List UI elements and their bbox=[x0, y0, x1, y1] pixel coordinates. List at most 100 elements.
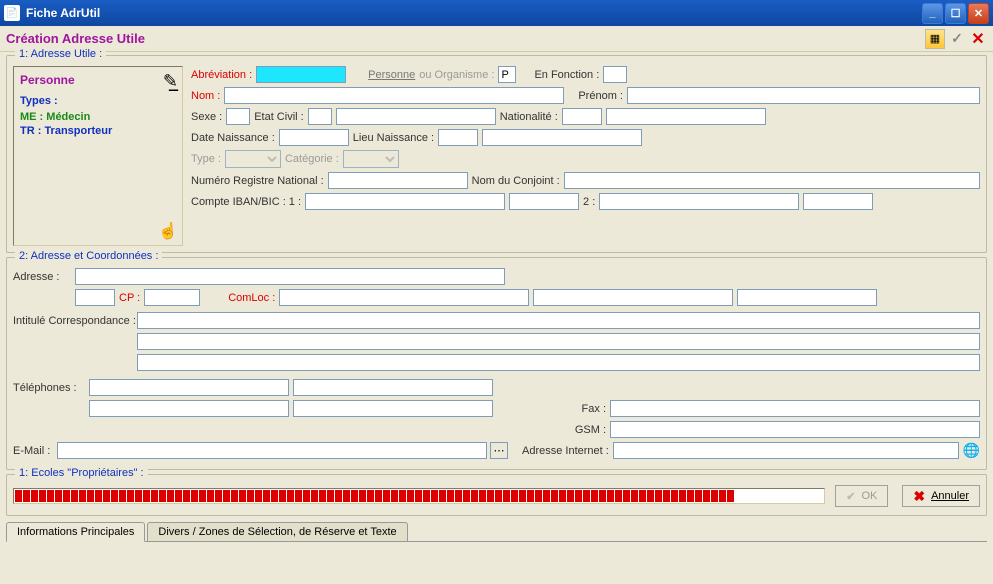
email-lookup-button[interactable]: ⋯ bbox=[490, 442, 508, 459]
label-abreviation: Abréviation : bbox=[191, 69, 252, 81]
minimize-button[interactable]: _ bbox=[922, 3, 943, 24]
label-comloc: ComLoc : bbox=[228, 292, 275, 304]
input-lieu-naissance-code[interactable] bbox=[438, 129, 478, 146]
input-intitule-2[interactable] bbox=[137, 333, 980, 350]
group-title-3: 1: Ecoles "Propriétaires" : bbox=[15, 467, 148, 479]
input-etat-civil-code[interactable] bbox=[308, 108, 332, 125]
input-nom[interactable] bbox=[224, 87, 564, 104]
input-cp-prefix[interactable] bbox=[75, 289, 115, 306]
type-transporteur: TR : Transporteur bbox=[20, 125, 176, 137]
input-intitule-3[interactable] bbox=[137, 354, 980, 371]
input-tel-4[interactable] bbox=[293, 400, 493, 417]
label-fax: Fax : bbox=[582, 403, 606, 415]
label-date-naissance: Date Naissance : bbox=[191, 132, 275, 144]
input-compte1-bic[interactable] bbox=[509, 193, 579, 210]
input-compte1-iban[interactable] bbox=[305, 193, 505, 210]
input-tel-1[interactable] bbox=[89, 379, 289, 396]
toolbar: Création Adresse Utile ▦ ✓ ✕ bbox=[0, 26, 993, 52]
label-type: Type : bbox=[191, 153, 221, 165]
label-email: E-Mail : bbox=[13, 445, 53, 457]
types-label: Types : bbox=[20, 95, 176, 107]
close-button[interactable]: ✕ bbox=[968, 3, 989, 24]
input-tel-2[interactable] bbox=[293, 379, 493, 396]
group-title-2: 2: Adresse et Coordonnées : bbox=[15, 250, 162, 262]
group-title-1: 1: Adresse Utile : bbox=[15, 48, 106, 60]
input-comloc-2[interactable] bbox=[533, 289, 733, 306]
input-nrn[interactable] bbox=[328, 172, 468, 189]
maximize-button[interactable]: ☐ bbox=[945, 3, 966, 24]
input-tel-3[interactable] bbox=[89, 400, 289, 417]
tabs: Informations Principales Divers / Zones … bbox=[6, 520, 987, 542]
input-compte2-bic[interactable] bbox=[803, 193, 873, 210]
label-lieu-naissance: Lieu Naissance : bbox=[353, 132, 434, 144]
titlebar: 📄 Fiche AdrUtil _ ☐ ✕ bbox=[0, 0, 993, 26]
label-ou-organisme: ou Organisme : bbox=[419, 69, 494, 81]
x-icon: ✖ bbox=[913, 488, 925, 505]
select-categorie bbox=[343, 150, 399, 168]
input-date-naissance[interactable] bbox=[279, 129, 349, 146]
input-lieu-naissance[interactable] bbox=[482, 129, 642, 146]
group-ecoles: 1: Ecoles "Propriétaires" : ✔ OK ✖ Annul… bbox=[6, 474, 987, 516]
label-nrn: Numéro Registre National : bbox=[191, 175, 324, 187]
label-sexe: Sexe : bbox=[191, 111, 222, 123]
ok-button-label: OK bbox=[861, 490, 877, 502]
label-nationalite: Nationalité : bbox=[500, 111, 558, 123]
input-nationalite[interactable] bbox=[606, 108, 766, 125]
input-personne-organisme[interactable] bbox=[498, 66, 516, 83]
input-prenom[interactable] bbox=[627, 87, 980, 104]
toolbar-action-icon[interactable]: ▦ bbox=[925, 29, 945, 49]
hand-icon[interactable]: ☝️ bbox=[158, 221, 178, 241]
label-intitule: Intitulé Correspondance : bbox=[13, 315, 133, 327]
input-comloc-3[interactable] bbox=[737, 289, 877, 306]
input-en-fonction[interactable] bbox=[603, 66, 627, 83]
type-medecin: ME : Médecin bbox=[20, 111, 176, 123]
input-adresse[interactable] bbox=[75, 268, 505, 285]
input-cp[interactable] bbox=[144, 289, 200, 306]
label-adresse-internet: Adresse Internet : bbox=[522, 445, 609, 457]
globe-icon[interactable]: 🌐 bbox=[963, 442, 980, 459]
input-intitule-1[interactable] bbox=[137, 312, 980, 329]
cursor-icon[interactable]: ✎̲ bbox=[163, 71, 178, 92]
check-icon: ✔ bbox=[846, 490, 855, 503]
label-nom-conjoint: Nom du Conjoint : bbox=[472, 175, 560, 187]
annuler-button[interactable]: ✖ Annuler bbox=[902, 485, 980, 507]
ok-button[interactable]: ✔ OK bbox=[835, 485, 888, 507]
side-panel: Personne ✎̲ Types : ME : Médecin TR : Tr… bbox=[13, 66, 183, 246]
input-sexe[interactable] bbox=[226, 108, 250, 125]
input-nationalite-code[interactable] bbox=[562, 108, 602, 125]
link-personne[interactable]: Personne bbox=[368, 69, 415, 81]
label-telephones: Téléphones : bbox=[13, 382, 85, 394]
label-gsm: GSM : bbox=[575, 424, 606, 436]
input-adresse-internet[interactable] bbox=[613, 442, 959, 459]
label-adresse: Adresse : bbox=[13, 271, 71, 283]
group-adresse-utile: 1: Adresse Utile : Personne ✎̲ Types : M… bbox=[6, 55, 987, 253]
annuler-button-label: Annuler bbox=[931, 490, 969, 502]
doc-icon: 📄 bbox=[4, 5, 20, 21]
label-etat-civil: Etat Civil : bbox=[254, 111, 304, 123]
personne-label: Personne bbox=[20, 73, 176, 87]
input-comloc[interactable] bbox=[279, 289, 529, 306]
label-nom: Nom : bbox=[191, 90, 220, 102]
tab-informations-principales[interactable]: Informations Principales bbox=[6, 522, 145, 542]
label-categorie: Catégorie : bbox=[285, 153, 339, 165]
input-compte2-iban[interactable] bbox=[599, 193, 799, 210]
group-adresse-coordonnees: 2: Adresse et Coordonnées : Adresse : CP… bbox=[6, 257, 987, 470]
input-gsm[interactable] bbox=[610, 421, 980, 438]
label-compte2: 2 : bbox=[583, 196, 595, 208]
ecoles-progress bbox=[13, 488, 825, 504]
input-email[interactable] bbox=[57, 442, 487, 459]
label-compte-iban: Compte IBAN/BIC : 1 : bbox=[191, 196, 301, 208]
input-nom-conjoint[interactable] bbox=[564, 172, 980, 189]
toolbar-cancel-icon[interactable]: ✕ bbox=[969, 30, 987, 48]
tab-divers[interactable]: Divers / Zones de Sélection, de Réserve … bbox=[147, 522, 407, 541]
input-abreviation[interactable] bbox=[256, 66, 346, 83]
input-fax[interactable] bbox=[610, 400, 980, 417]
window-title: Fiche AdrUtil bbox=[26, 6, 100, 20]
toolbar-check-icon[interactable]: ✓ bbox=[948, 30, 966, 48]
input-etat-civil[interactable] bbox=[336, 108, 496, 125]
label-en-fonction: En Fonction : bbox=[534, 69, 599, 81]
label-prenom: Prénom : bbox=[578, 90, 623, 102]
label-cp: CP : bbox=[119, 292, 140, 304]
page-title: Création Adresse Utile bbox=[6, 31, 922, 46]
select-type bbox=[225, 150, 281, 168]
